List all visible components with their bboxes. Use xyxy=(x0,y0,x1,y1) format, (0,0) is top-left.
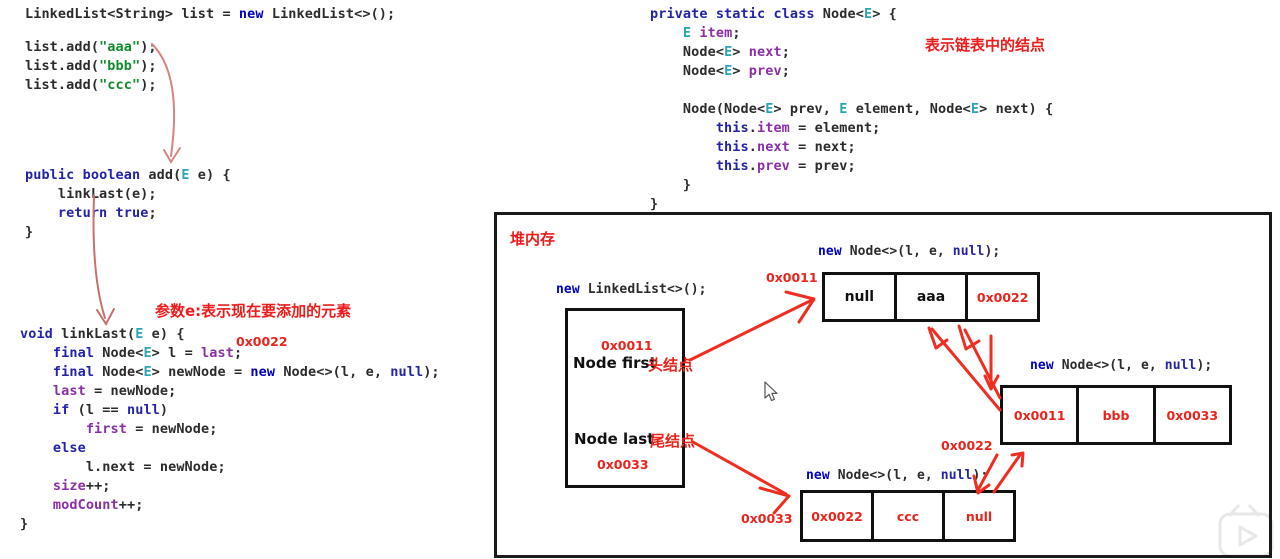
code-line-add-return: return true; xyxy=(57,205,157,221)
heap-title: 堆内存 xyxy=(510,230,556,248)
linkedlist-last-note: 尾结点 xyxy=(650,432,696,450)
code-block-usage: LinkedList<String> list = new LinkedList… xyxy=(25,5,395,24)
code-line-ll-if: if (l == null) xyxy=(52,402,169,418)
code-line-ll-size: size++; xyxy=(52,478,111,494)
code-line-nc-prev-assign: this.prev = prev; xyxy=(715,158,856,174)
code-line-nc-item: E item; xyxy=(682,25,741,41)
code-block-add: public boolean add(E e) { linkLast(e); r… xyxy=(25,166,231,242)
code-line-ll-last: last = newNode; xyxy=(52,383,177,399)
code-line-add-bbb: list.add("bbb"); xyxy=(25,58,157,74)
address-label-node-bbb: 0x0022 xyxy=(941,438,993,453)
code-line-nc-blank xyxy=(650,82,658,98)
node-bbb-item: bbb xyxy=(1079,388,1156,442)
node-aaa-next: 0x0022 xyxy=(976,289,1029,305)
code-block-usage-adds: list.add("aaa"); list.add("bbb"); list.a… xyxy=(25,38,157,95)
node-ccc-prev: 0x0022 xyxy=(803,493,874,539)
node-aaa-item: aaa xyxy=(897,275,969,319)
code-line-nc-next-assign: this.next = next; xyxy=(715,139,856,155)
node-ccc-next: null xyxy=(965,508,993,524)
code-line-ll-new: final Node<E> newNode = new Node<>(l, e,… xyxy=(52,364,440,380)
code-line-nc-close-ctor: } xyxy=(650,177,692,193)
node-bbb-prev: 0x0011 xyxy=(1003,388,1080,442)
caption-new-linkedlist: new LinkedList<>(); xyxy=(556,282,707,297)
caption-new-node-ccc: new Node<>(l, e, null); xyxy=(806,468,989,483)
code-line-add-close: } xyxy=(25,224,34,240)
code-line-ll-modcount: modCount++; xyxy=(52,497,144,513)
code-line-add-ccc: list.add("ccc"); xyxy=(25,77,157,93)
linkedlist-first-address: 0x0011 xyxy=(601,338,653,353)
node-aaa-prev: null xyxy=(825,275,897,319)
address-label-node-aaa: 0x0011 xyxy=(766,270,818,285)
code-line-nc-item-assign: this.item = element; xyxy=(715,120,881,136)
arrow-head-1 xyxy=(163,147,181,164)
code-line-usage-0: LinkedList<String> list = new LinkedList… xyxy=(25,6,396,22)
linkedlist-last-address: 0x0033 xyxy=(597,457,649,472)
code-line-ll-sig: void linkLast(E e) { xyxy=(20,326,185,342)
code-line-nc-ctor: Node(Node<E> prev, E element, Node<E> ne… xyxy=(650,101,1054,117)
video-player-watermark-icon xyxy=(1218,504,1274,558)
address-label-node-ccc: 0x0033 xyxy=(741,511,793,526)
code-line-ll-else: else xyxy=(52,440,86,456)
inline-address-0x0022: 0x0022 xyxy=(236,334,288,349)
node-ccc-item: ccc xyxy=(874,493,945,539)
code-block-linklast: void linkLast(E e) { final Node<E> l = l… xyxy=(20,325,440,534)
arrow-head-2 xyxy=(96,308,115,326)
code-line-nc-sig: private static class Node<E> { xyxy=(650,6,897,22)
annotation-parameter-e: 参数e:表示现在要添加的元素 xyxy=(155,302,352,320)
code-line-ll-lnext: l.next = newNode; xyxy=(20,459,226,475)
code-line-nc-next: Node<E> next; xyxy=(650,44,790,60)
code-line-add-aaa: list.add("aaa"); xyxy=(25,39,157,55)
node-box-bbb: 0x0011 bbb 0x0033 xyxy=(1000,385,1232,445)
code-line-ll-l: final Node<E> l = last; xyxy=(52,345,243,361)
linkedlist-first-note: 头结点 xyxy=(648,356,694,374)
code-line-ll-close: } xyxy=(20,516,29,532)
node-bbb-next: 0x0033 xyxy=(1166,407,1219,423)
code-line-ll-first: first = newNode; xyxy=(85,421,218,437)
linkedlist-first-label: Node first xyxy=(573,354,657,372)
mouse-cursor xyxy=(764,381,778,402)
slide-canvas: LinkedList<String> list = new LinkedList… xyxy=(0,0,1280,559)
code-line-add-sig: public boolean add(E e) { xyxy=(25,167,231,183)
linkedlist-last-label: Node last xyxy=(574,430,655,448)
caption-new-node-bbb: new Node<>(l, e, null); xyxy=(1030,358,1213,373)
code-line-nc-close: } xyxy=(650,196,659,212)
node-box-aaa: null aaa 0x0022 xyxy=(822,272,1040,322)
code-line-add-call: linkLast(e); xyxy=(25,186,157,202)
code-line-nc-prev: Node<E> prev; xyxy=(650,63,790,79)
annotation-node-meaning: 表示链表中的结点 xyxy=(925,36,1046,54)
node-box-ccc: 0x0022 ccc null xyxy=(800,490,1016,542)
caption-new-node-aaa: new Node<>(l, e, null); xyxy=(818,244,1001,259)
